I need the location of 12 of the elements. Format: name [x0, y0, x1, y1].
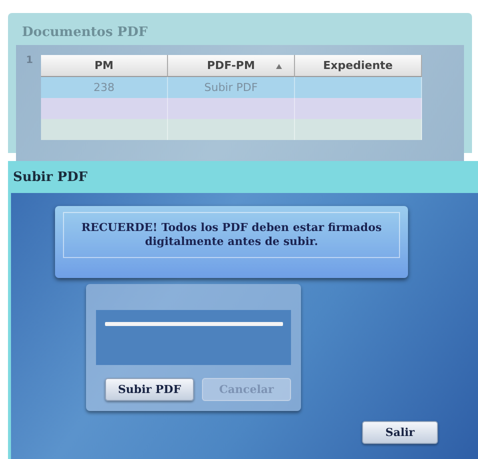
panel-title: Documentos PDF: [21, 24, 149, 42]
page-number: 1: [26, 55, 33, 68]
exit-button[interactable]: Salir: [362, 421, 438, 444]
column-header[interactable]: PM: [40, 55, 168, 77]
column-header[interactable]: Expediente: [294, 55, 422, 77]
table-row[interactable]: [40, 119, 422, 140]
table-row[interactable]: [40, 98, 422, 119]
column-header[interactable]: PDF-PM: [168, 55, 295, 77]
file-list-field[interactable]: [96, 310, 291, 365]
notice-text: RECUERDE! Todos los PDF deben estar firmados digitalmente antes de subir.: [63, 212, 400, 258]
upload-button[interactable]: Subir PDF: [105, 378, 194, 401]
dialog-title: Subir PDF: [12, 168, 89, 186]
